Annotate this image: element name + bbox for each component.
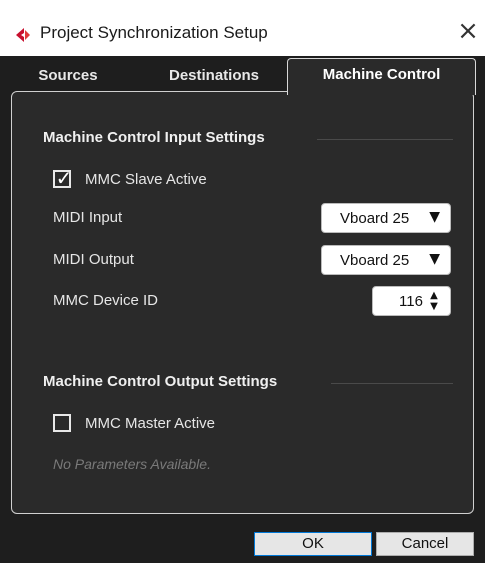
mmc-master-label: MMC Master Active [85,415,216,432]
spin-up-icon[interactable]: ▲ [428,291,440,301]
midi-output-label: MIDI Output [53,251,134,268]
mmc-slave-label: MMC Slave Active [85,171,207,188]
section-divider [317,139,453,140]
cancel-button[interactable]: Cancel [376,532,474,556]
close-icon[interactable]: × [455,17,481,45]
dropdown-arrow-icon: ▼ [429,209,440,225]
settings-panel: Machine Control Input Settings ✓ MMC Sla… [11,91,474,514]
mmc-master-checkbox[interactable] [53,414,71,432]
input-settings-header: Machine Control Input Settings [43,129,265,146]
tab-machine-control[interactable]: Machine Control [287,58,476,95]
title-bar: Project Synchronization Setup × [0,0,485,56]
tab-sources[interactable]: Sources [22,62,114,90]
mmc-device-id-label: MMC Device ID [53,292,159,309]
spin-down-icon[interactable]: ▼ [428,302,440,312]
midi-input-select[interactable]: Vboard 25 ▼ [321,203,451,233]
midi-input-label: MIDI Input [53,209,123,226]
section-divider [331,383,453,384]
window-title: Project Synchronization Setup [40,23,268,42]
midi-input-value: Vboard 25 [340,210,410,227]
mmc-device-id-stepper[interactable]: 116 ▲ ▼ [372,286,451,316]
tab-destinations[interactable]: Destinations [148,62,280,90]
midi-output-select[interactable]: Vboard 25 ▼ [321,245,451,275]
no-parameters-text: No Parameters Available. [53,456,211,472]
mmc-slave-checkbox[interactable]: ✓ [53,166,73,190]
cubase-logo-icon [16,28,30,42]
ok-button[interactable]: OK [254,532,372,556]
checkmark-icon: ✓ [55,166,73,190]
midi-output-value: Vboard 25 [340,252,410,269]
dropdown-arrow-icon: ▼ [429,251,440,267]
mmc-device-id-value: 116 [399,293,423,310]
spin-arrows-icon[interactable]: ▲ ▼ [428,290,440,312]
output-settings-header: Machine Control Output Settings [43,373,278,390]
